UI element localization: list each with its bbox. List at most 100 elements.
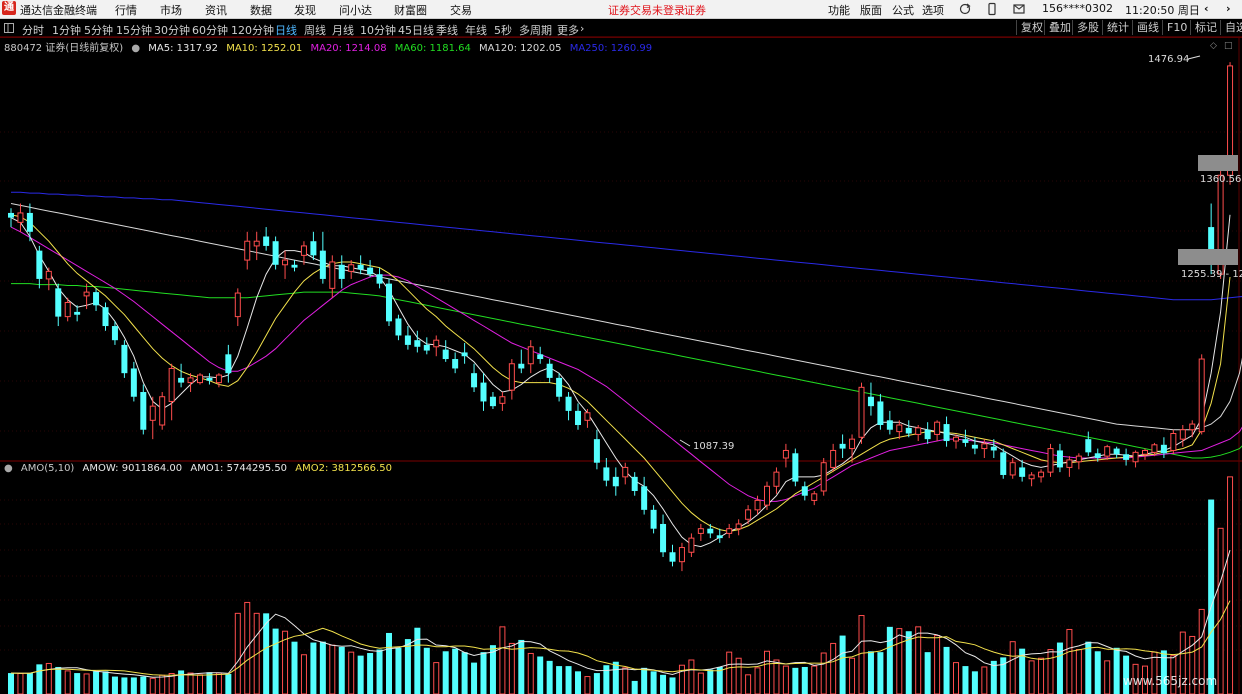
- volume-bar: [452, 648, 459, 694]
- volume-bar: [386, 632, 392, 694]
- candle: [867, 382, 874, 416]
- candle: [1170, 429, 1177, 455]
- candle: [471, 363, 478, 393]
- volume-bar: [556, 666, 563, 694]
- candle: [178, 363, 185, 388]
- volume-bar: [348, 651, 355, 694]
- candle: [461, 343, 468, 364]
- volume-bar: [726, 651, 733, 694]
- candle: [877, 393, 884, 430]
- settings-square-icon[interactable]: □: [1224, 41, 1233, 51]
- volume-bar: [584, 676, 591, 694]
- candle: [811, 490, 818, 506]
- candle: [386, 278, 392, 327]
- candle: [1085, 431, 1092, 457]
- volume-bar: [508, 642, 515, 694]
- candle: [253, 231, 260, 261]
- volume-bar: [329, 644, 336, 694]
- candle: [1113, 446, 1120, 458]
- volume-bar: [395, 647, 402, 694]
- candle: [272, 236, 279, 270]
- volume-bar: [291, 641, 298, 694]
- candle: [612, 467, 619, 496]
- ma5-label: MA5: 1317.92: [148, 43, 218, 54]
- candle: [26, 203, 33, 242]
- candle: [338, 255, 345, 289]
- volume-bar: [773, 659, 780, 694]
- candle: [74, 305, 81, 322]
- candle: [953, 434, 959, 449]
- volume-bar: [669, 677, 676, 694]
- candle: [697, 523, 704, 541]
- candle: [452, 352, 459, 374]
- diamond-icon[interactable]: ◇: [1210, 41, 1217, 51]
- volume-bar: [1028, 660, 1035, 694]
- candle: [1142, 448, 1148, 460]
- volume-bar: [414, 627, 421, 694]
- candle: [565, 392, 572, 421]
- candle: [660, 514, 667, 557]
- candle: [527, 340, 534, 374]
- amo2-line: [10, 600, 1231, 676]
- volume-bar: [1208, 499, 1215, 694]
- candle: [735, 519, 742, 536]
- volume-bar: [565, 666, 572, 694]
- volume-bar: [603, 665, 610, 694]
- candle: [943, 416, 950, 447]
- volume-bar: [1056, 642, 1063, 694]
- volume-bar: [1066, 628, 1073, 694]
- volume-bar: [622, 667, 629, 694]
- volume-bar: [697, 672, 704, 694]
- candle: [593, 429, 600, 470]
- candle: [518, 349, 525, 374]
- candle: [291, 260, 298, 272]
- amo-indicator-name: AMO(5,10): [20, 463, 75, 474]
- candle: [310, 231, 317, 261]
- candle: [575, 403, 581, 430]
- volume-bar: [962, 666, 969, 694]
- candle: [1198, 354, 1205, 435]
- ma120-label: MA120: 1202.05: [479, 43, 562, 54]
- site-watermark: www.565jz.com: [1123, 674, 1218, 688]
- candle: [782, 443, 789, 468]
- volume-bar: [943, 646, 950, 694]
- candle: [121, 340, 128, 378]
- low-pointer: [679, 439, 691, 447]
- volume-bar: [612, 661, 619, 694]
- volume-bar: [934, 635, 941, 694]
- volume-bar: [423, 647, 430, 694]
- volume-bar: [102, 671, 109, 694]
- ma120-line: [10, 203, 1242, 431]
- chart-grid: [0, 36, 1242, 694]
- candle: [650, 505, 657, 534]
- kline-chart[interactable]: 1476.94 1087.39 1360.56 1255.39 - 12 ◇ □: [0, 0, 1242, 694]
- settings-dot-icon[interactable]: ●: [4, 463, 13, 474]
- candle: [773, 467, 780, 494]
- volume-bar: [782, 665, 789, 694]
- candle: [395, 314, 402, 341]
- candle: [726, 523, 733, 539]
- volume-bar: [159, 674, 166, 694]
- candle: [357, 255, 364, 275]
- volume-bar: [433, 662, 440, 694]
- volume-legend: ● AMO(5,10) AMOW: 9011864.00 AMO1: 57442…: [4, 463, 397, 474]
- ma10-label: MA10: 1252.01: [226, 43, 303, 54]
- volume-bar: [546, 660, 553, 694]
- candle: [546, 359, 553, 383]
- volume-bar: [1047, 649, 1054, 694]
- volume-bar: [74, 673, 81, 694]
- settings-dot-icon[interactable]: ●: [131, 43, 140, 54]
- candle: [716, 528, 723, 543]
- candle: [792, 448, 799, 487]
- volume-bar: [792, 667, 799, 694]
- volume-bar: [745, 674, 752, 694]
- candle: [641, 476, 648, 515]
- ma60-label: MA60: 1181.64: [394, 43, 471, 54]
- candle: [17, 203, 24, 232]
- candle: [234, 288, 241, 327]
- volume-bar: [1085, 641, 1092, 694]
- amow-label: AMOW: 9011864.00: [82, 463, 183, 474]
- volume-bar: [858, 615, 865, 694]
- volume-bar: [1009, 641, 1016, 694]
- candle: [688, 533, 695, 557]
